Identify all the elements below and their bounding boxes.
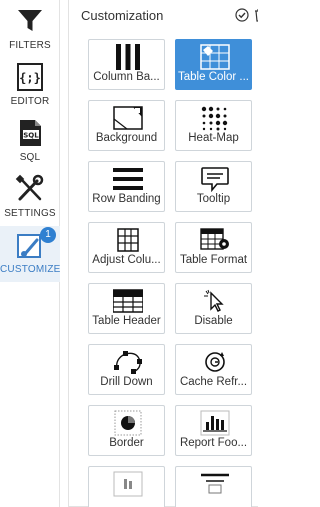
table-format-icon [200, 228, 229, 250]
svg-text:SQL: SQL [23, 132, 39, 140]
tile-label: Heat-Map [188, 132, 239, 144]
tile-label: Cache Refr... [179, 376, 248, 388]
cache-refresh-icon [205, 352, 225, 372]
panel-title: Customization [81, 8, 164, 23]
table-header-icon [113, 289, 143, 313]
nav-settings-label: SETTINGS [4, 208, 56, 219]
nav-customize-label: CUSTOMIZE [0, 264, 61, 275]
adjust-columns-icon [117, 228, 139, 252]
tile-tooltip[interactable]: Tooltip [175, 161, 252, 212]
row-banding-icon [113, 168, 143, 190]
tile-label: Border [109, 437, 144, 449]
tile-column-bars[interactable]: Column Ba... [88, 39, 165, 90]
panel-scrollbar[interactable] [258, 0, 275, 507]
tile-label: Background [95, 132, 158, 144]
left-nav: FILTERS {;} EDITOR SQL SQL SETTINGS 1 CU… [0, 0, 60, 507]
tile-label: Table Color ... [178, 71, 249, 83]
layout-icon [201, 473, 229, 494]
column-bars-icon [116, 44, 140, 70]
tile-table-format[interactable]: Table Format [175, 222, 252, 273]
report-footer-icon [200, 410, 230, 436]
customization-panel: Customization Column Ba... Table Color .… [68, 0, 273, 507]
tile-layout[interactable] [175, 466, 252, 507]
tooltip-icon [201, 167, 229, 192]
svg-text:{;}: {;} [19, 71, 41, 85]
tile-background[interactable]: Background [88, 100, 165, 151]
nav-sql-label: SQL [19, 152, 41, 163]
wrench-screwdriver-icon [15, 174, 44, 201]
tile-label: Report Foo... [179, 437, 248, 449]
tile-drill-down[interactable]: Drill Down [88, 344, 165, 395]
check-circle-icon[interactable] [235, 8, 249, 22]
tile-label: Table Format [179, 254, 248, 266]
tile-report-header[interactable] [88, 466, 165, 507]
nav-filters[interactable]: FILTERS [0, 2, 60, 58]
tile-row-banding[interactable]: Row Banding [88, 161, 165, 212]
disable-cursor-icon [204, 289, 224, 312]
tile-label: Disable [194, 315, 233, 327]
nav-editor-label: EDITOR [10, 96, 50, 107]
tile-report-footer[interactable]: Report Foo... [175, 405, 252, 456]
tile-disable[interactable]: Disable [175, 283, 252, 334]
table-color-icon [200, 44, 230, 70]
nav-customize[interactable]: 1 CUSTOMIZE [0, 226, 60, 282]
customization-app: FILTERS {;} EDITOR SQL SQL SETTINGS 1 CU… [0, 0, 275, 507]
tile-border[interactable]: Border [88, 405, 165, 456]
tile-label: Table Header [92, 315, 161, 327]
tile-label: Column Ba... [93, 71, 160, 83]
code-braces-icon: {;} [17, 63, 43, 91]
tile-label: Adjust Colu... [92, 254, 161, 266]
background-image-icon [113, 106, 143, 130]
tile-table-color[interactable]: Table Color ... [175, 39, 252, 90]
tile-label: Drill Down [100, 376, 153, 388]
funnel-icon [18, 10, 42, 31]
tile-cache-refresh[interactable]: Cache Refr... [175, 344, 252, 395]
nav-editor[interactable]: {;} EDITOR [0, 58, 60, 114]
sql-file-icon: SQL [20, 120, 41, 146]
drill-down-icon [114, 351, 142, 374]
heat-map-icon [201, 106, 228, 131]
tile-adjust-columns[interactable]: Adjust Colu... [88, 222, 165, 273]
customize-badge: 1 [40, 227, 56, 243]
tile-table-header[interactable]: Table Header [88, 283, 165, 334]
nav-sql[interactable]: SQL SQL [0, 114, 60, 170]
tile-heat-map[interactable]: Heat-Map [175, 100, 252, 151]
report-header-icon [113, 471, 143, 497]
border-icon [114, 410, 142, 436]
nav-settings[interactable]: SETTINGS [0, 170, 60, 226]
tile-label: Tooltip [196, 193, 231, 205]
tile-label: Row Banding [92, 193, 161, 205]
nav-filters-label: FILTERS [9, 40, 51, 51]
